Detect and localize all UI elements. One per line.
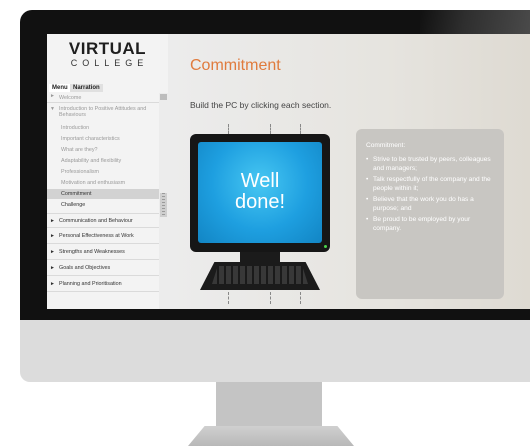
- sidebar-subitem-adaptability[interactable]: Adaptability and flexibility: [61, 158, 159, 164]
- monitor-chin: [20, 320, 530, 382]
- guide-line: [228, 124, 229, 134]
- guide-line: [300, 124, 301, 134]
- guide-line: [300, 292, 301, 304]
- sidebar-subitem-motivation[interactable]: Motivation and enthusiasm: [61, 180, 159, 186]
- sidebar-item-personal-effectiveness[interactable]: ► Personal Effectiveness at Work: [47, 229, 159, 244]
- monitor-neck: [216, 382, 322, 432]
- power-led-icon: [324, 245, 327, 248]
- sidebar-scrollbar[interactable]: [159, 93, 168, 309]
- sidebar-item-communication[interactable]: ► Communication and Behaviour: [47, 213, 159, 228]
- well-done-line-1: Well: [240, 170, 280, 192]
- sidebar-subitem-introduction[interactable]: Introduction: [61, 125, 159, 131]
- logo-text-top: VIRTUAL: [68, 39, 147, 58]
- commitment-panel: Commitment: Strive to be trusted by peer…: [356, 129, 504, 299]
- sidebar: VIRTUAL COLLEGE Menu Narration ► Welcome…: [47, 34, 168, 309]
- arrow-right-icon: ►: [50, 281, 55, 287]
- course-menu: ► Welcome ▼ Introduction to Positive Att…: [47, 93, 159, 309]
- main-content: Commitment Build the PC by clicking each…: [168, 34, 530, 309]
- panel-heading: Commitment:: [366, 142, 406, 149]
- sidebar-item-welcome[interactable]: ► Welcome: [47, 93, 159, 103]
- scroll-thumb[interactable]: [160, 193, 167, 217]
- monitor-base: [188, 426, 354, 446]
- sidebar-tabs: Menu Narration: [47, 83, 168, 93]
- tab-menu[interactable]: Menu: [49, 84, 71, 92]
- arrow-right-icon: ►: [50, 93, 55, 99]
- list-item: Believe that the work you do has a purpo…: [366, 195, 498, 213]
- guide-line: [270, 292, 271, 304]
- sidebar-item-strengths[interactable]: ► Strengths and Weaknesses: [47, 245, 159, 260]
- guide-line: [270, 124, 271, 134]
- keyboard-keys: [212, 266, 308, 284]
- sidebar-subitem-important-characteristics[interactable]: Important characteristics: [61, 136, 159, 142]
- page-title: Commitment: [190, 57, 281, 74]
- well-done-line-2: done!: [234, 191, 286, 213]
- sidebar-item-goals[interactable]: ► Goals and Objectives: [47, 261, 159, 276]
- arrow-right-icon: ►: [50, 233, 55, 239]
- app-screen: VIRTUAL COLLEGE Menu Narration ► Welcome…: [47, 34, 530, 309]
- virtual-college-logo: VIRTUAL COLLEGE: [47, 34, 168, 82]
- sidebar-subitem-challenge[interactable]: Challenge: [61, 202, 159, 208]
- sidebar-subitem-what-are-they[interactable]: What are they?: [61, 147, 159, 153]
- guide-line: [228, 292, 229, 304]
- arrow-right-icon: ►: [50, 249, 55, 255]
- instruction-text: Build the PC by clicking each section.: [190, 100, 332, 110]
- scroll-up-arrow-icon[interactable]: [160, 94, 167, 100]
- arrow-right-icon: ►: [50, 218, 55, 224]
- sidebar-item-planning[interactable]: ► Planning and Prioritisation: [47, 277, 159, 292]
- list-item: Talk respectfully of the company and the…: [366, 175, 498, 193]
- arrow-down-icon: ▼: [50, 106, 55, 112]
- sidebar-subitem-professionalism[interactable]: Professionalism: [61, 169, 159, 175]
- tab-narration[interactable]: Narration: [70, 84, 103, 92]
- pc-stand-section[interactable]: [240, 252, 280, 262]
- sidebar-subitem-commitment[interactable]: Commitment: [47, 189, 159, 199]
- list-item: Be proud to be employed by your company.: [366, 215, 498, 233]
- list-item: Strive to be trusted by peers, colleague…: [366, 155, 498, 173]
- arrow-right-icon: ►: [50, 265, 55, 271]
- sidebar-item-introduction-section[interactable]: ▼ Introduction to Positive Attitudes and…: [47, 104, 159, 122]
- commitment-list: Strive to be trusted by peers, colleague…: [366, 155, 498, 235]
- logo-text-bottom: COLLEGE: [70, 58, 149, 68]
- well-done-message: Well done!: [198, 171, 322, 213]
